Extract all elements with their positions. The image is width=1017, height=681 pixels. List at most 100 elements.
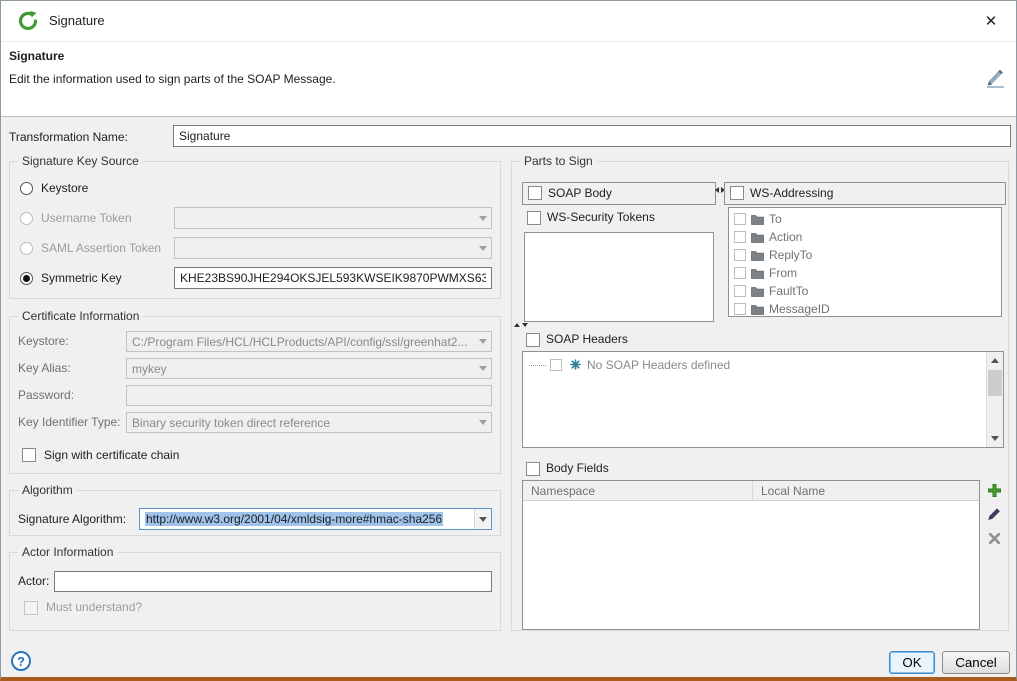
scroll-up-icon[interactable] bbox=[987, 352, 1003, 369]
ws-addressing-label: WS-Addressing bbox=[750, 186, 833, 201]
signature-pen-icon bbox=[984, 68, 1006, 91]
ws-addressing-item-faultto[interactable]: FaultTo bbox=[729, 282, 1001, 300]
cancel-button[interactable]: Cancel bbox=[942, 651, 1010, 674]
close-button[interactable]: ✕ bbox=[978, 9, 1004, 33]
body-fields-table[interactable]: Namespace Local Name bbox=[522, 480, 980, 630]
ws-addressing-item-messageid[interactable]: MessageID bbox=[729, 300, 1001, 317]
ws-security-tokens-checkbox[interactable] bbox=[527, 211, 541, 225]
soap-body-label: SOAP Body bbox=[548, 186, 612, 201]
soap-headers-splitter-handle[interactable] bbox=[514, 323, 528, 327]
parts-to-sign-title: Parts to Sign bbox=[520, 154, 597, 168]
folder-icon bbox=[751, 304, 764, 315]
ws-addressing-item-action[interactable]: Action bbox=[729, 228, 1001, 246]
folder-icon bbox=[751, 250, 764, 261]
transformation-name-label: Transformation Name: bbox=[9, 130, 128, 145]
help-icon: ? bbox=[17, 654, 25, 669]
actor-information-title: Actor Information bbox=[18, 545, 117, 559]
saml-assertion-radio[interactable] bbox=[20, 242, 33, 255]
header-description: Edit the information used to sign parts … bbox=[9, 72, 336, 86]
key-identifier-type-combo[interactable]: Binary security token direct reference bbox=[126, 412, 492, 433]
ws-addressing-item-to[interactable]: To bbox=[729, 210, 1001, 228]
pencil-icon bbox=[987, 507, 1001, 521]
delete-body-field-button[interactable] bbox=[986, 530, 1002, 546]
soap-body-header: SOAP Body bbox=[522, 182, 716, 205]
close-icon: ✕ bbox=[985, 12, 998, 30]
body-fields-checkbox[interactable] bbox=[526, 462, 540, 476]
combo-arrow-icon bbox=[474, 359, 491, 378]
keystore-radio[interactable] bbox=[20, 182, 33, 195]
password-label: Password: bbox=[18, 388, 74, 403]
folder-icon bbox=[751, 268, 764, 279]
item-checkbox[interactable] bbox=[734, 231, 746, 243]
ws-addressing-header: WS-Addressing bbox=[724, 182, 1006, 205]
must-understand-checkbox[interactable] bbox=[24, 601, 38, 615]
help-button[interactable]: ? bbox=[11, 651, 31, 671]
keystore-combo[interactable]: C:/Program Files/HCL/HCLProducts/API/con… bbox=[126, 331, 492, 352]
item-checkbox[interactable] bbox=[734, 213, 746, 225]
soap-headers-scrollbar[interactable] bbox=[986, 352, 1003, 447]
parts-to-sign-group: Parts to Sign SOAP Body WS-Security Toke… bbox=[511, 161, 1009, 631]
combo-arrow-icon bbox=[474, 332, 491, 351]
soap-headers-tree[interactable]: No SOAP Headers defined bbox=[522, 351, 1004, 448]
sign-certificate-chain-checkbox[interactable] bbox=[22, 448, 36, 462]
column-header-namespace: Namespace bbox=[523, 481, 753, 500]
item-checkbox[interactable] bbox=[734, 249, 746, 261]
add-body-field-button[interactable] bbox=[986, 482, 1002, 498]
edit-body-field-button[interactable] bbox=[986, 506, 1002, 522]
header-title: Signature bbox=[9, 49, 64, 63]
ws-addressing-item-replyto[interactable]: ReplyTo bbox=[729, 246, 1001, 264]
transformation-name-input[interactable] bbox=[173, 125, 1011, 147]
scroll-down-icon[interactable] bbox=[987, 430, 1003, 447]
ws-addressing-checkbox[interactable] bbox=[730, 186, 744, 200]
key-identifier-type-label: Key Identifier Type: bbox=[18, 415, 121, 430]
item-checkbox[interactable] bbox=[734, 303, 746, 315]
ws-security-tokens-label: WS-Security Tokens bbox=[547, 210, 655, 225]
ws-addressing-list[interactable]: To Action ReplyTo From FaultTo bbox=[728, 207, 1002, 317]
plus-icon bbox=[987, 483, 1002, 498]
item-label: MessageID bbox=[769, 302, 830, 316]
app-icon bbox=[17, 10, 39, 32]
item-checkbox[interactable] bbox=[734, 267, 746, 279]
combo-arrow-icon bbox=[474, 509, 491, 529]
symmetric-key-radio[interactable] bbox=[20, 272, 33, 285]
signature-algorithm-label: Signature Algorithm: bbox=[18, 512, 126, 527]
item-label: Action bbox=[769, 230, 802, 244]
scrollbar-thumb[interactable] bbox=[988, 370, 1002, 396]
signature-algorithm-combo[interactable]: http://www.w3.org/2001/04/xmldsig-more#h… bbox=[139, 508, 492, 530]
ws-security-tokens-list[interactable] bbox=[524, 232, 714, 322]
username-token-radio[interactable] bbox=[20, 212, 33, 225]
column-header-local-name: Local Name bbox=[753, 481, 979, 500]
ok-button[interactable]: OK bbox=[889, 651, 935, 674]
actor-input[interactable] bbox=[54, 571, 492, 592]
symmetric-key-input[interactable] bbox=[174, 267, 492, 289]
combo-arrow-icon bbox=[474, 238, 491, 258]
signature-algorithm-value: http://www.w3.org/2001/04/xmldsig-more#h… bbox=[145, 512, 443, 526]
keystore-radio-label: Keystore bbox=[41, 181, 88, 196]
actor-information-group: Actor Information Actor: Must understand… bbox=[9, 552, 501, 631]
key-alias-label: Key Alias: bbox=[18, 361, 71, 376]
soap-headers-checkbox[interactable] bbox=[526, 333, 540, 347]
certificate-information-title: Certificate Information bbox=[18, 309, 143, 323]
no-headers-checkbox[interactable] bbox=[550, 359, 562, 371]
body-fields-label: Body Fields bbox=[546, 461, 609, 476]
algorithm-group: Algorithm Signature Algorithm: http://ww… bbox=[9, 490, 501, 536]
titlebar: Signature ✕ bbox=[1, 1, 1016, 42]
ws-addressing-item-from[interactable]: From bbox=[729, 264, 1001, 282]
saml-assertion-combo[interactable] bbox=[174, 237, 492, 259]
sign-certificate-chain-label: Sign with certificate chain bbox=[44, 448, 179, 463]
item-label: FaultTo bbox=[769, 284, 808, 298]
signature-key-source-group: Signature Key Source Keystore Username T… bbox=[9, 161, 501, 299]
saml-assertion-radio-label: SAML Assertion Token bbox=[41, 241, 161, 256]
username-token-combo[interactable] bbox=[174, 207, 492, 229]
header-node-icon bbox=[570, 359, 581, 373]
window-title: Signature bbox=[49, 13, 105, 28]
tree-connector-line bbox=[529, 365, 546, 366]
soap-body-checkbox[interactable] bbox=[528, 186, 542, 200]
key-alias-combo[interactable]: mykey bbox=[126, 358, 492, 379]
signature-dialog: Signature ✕ Signature Edit the informati… bbox=[0, 0, 1017, 681]
password-input[interactable] bbox=[126, 385, 492, 406]
item-checkbox[interactable] bbox=[734, 285, 746, 297]
actor-label: Actor: bbox=[18, 574, 49, 589]
dialog-header: Signature Edit the information used to s… bbox=[1, 42, 1016, 117]
must-understand-label: Must understand? bbox=[46, 600, 142, 615]
